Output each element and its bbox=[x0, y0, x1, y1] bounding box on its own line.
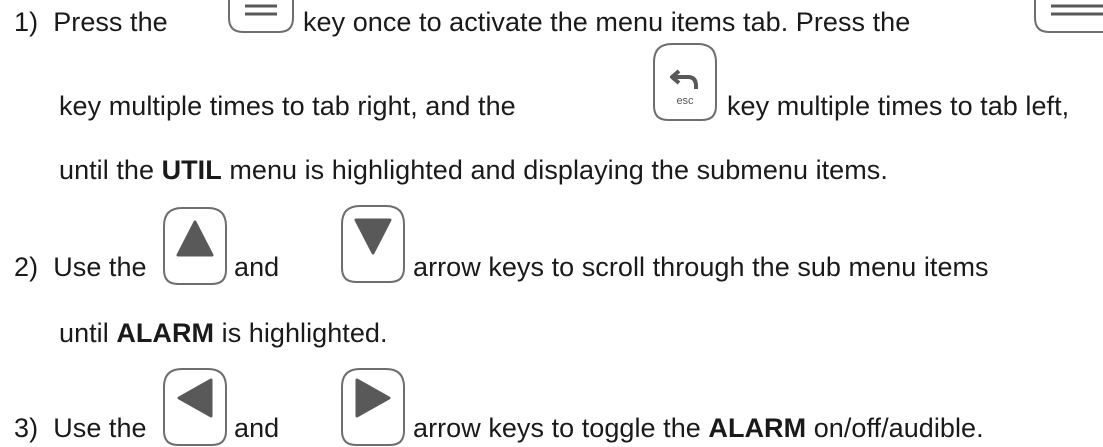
util-menu-name: UTIL bbox=[161, 155, 222, 185]
right-arrow-key-icon bbox=[340, 367, 406, 447]
menu-key-icon bbox=[227, 0, 295, 34]
step-1-line-1-rest: key once to activate the menu items tab.… bbox=[303, 7, 911, 37]
step-1-number: 1) bbox=[14, 7, 39, 37]
step-1-line-3: until the UTIL menu is highlighted and d… bbox=[59, 155, 888, 185]
step-3-number: 3) bbox=[14, 413, 39, 443]
left-arrow-key-icon bbox=[162, 367, 228, 447]
step-2-line-1-rest: arrow keys to scroll through the sub men… bbox=[413, 252, 989, 282]
esc-key-icon: esc bbox=[652, 42, 718, 122]
step-1-line-2-rest: key multiple times to tab left, bbox=[727, 91, 1070, 121]
step-3-line-1-rest: arrow keys to toggle the ALARM on/off/au… bbox=[413, 413, 984, 443]
menu-key-icon-2 bbox=[1033, 0, 1103, 34]
step-1-line-1: 1) Press the bbox=[14, 7, 168, 37]
alarm-menu-name: ALARM bbox=[116, 318, 215, 348]
up-arrow-key-icon bbox=[162, 206, 228, 286]
step-1-line-2: key multiple times to tab right, and the bbox=[59, 91, 516, 121]
step-2-line-1: 2) Use the bbox=[14, 252, 147, 282]
down-arrow-key-icon bbox=[340, 204, 406, 284]
step-3-and: and bbox=[234, 413, 280, 443]
alarm-toggle-name: ALARM bbox=[708, 413, 807, 443]
step-2-number: 2) bbox=[14, 252, 39, 282]
step-3-line-1: 3) Use the bbox=[14, 413, 147, 443]
esc-key-label: esc bbox=[676, 95, 694, 107]
step-2-line-2: until ALARM is highlighted. bbox=[59, 318, 388, 348]
step-2-and: and bbox=[234, 252, 280, 282]
